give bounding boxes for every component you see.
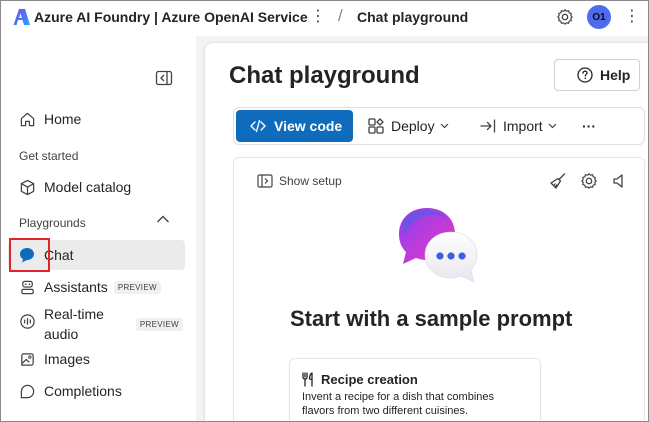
sidebar-item-label: Assistants xyxy=(44,279,108,295)
sidebar-item-model-catalog[interactable]: Model catalog xyxy=(8,172,185,202)
assistant-icon xyxy=(18,278,36,296)
more-actions-button[interactable]: ··· xyxy=(582,110,596,142)
show-setup-label: Show setup xyxy=(279,174,342,188)
audio-icon xyxy=(18,312,36,330)
completions-icon xyxy=(18,382,36,400)
deploy-button[interactable]: Deploy xyxy=(367,110,449,142)
preview-badge: PREVIEW xyxy=(135,317,183,331)
import-button[interactable]: Import xyxy=(479,110,557,142)
view-code-button[interactable]: View code xyxy=(236,110,353,142)
chevron-down-icon xyxy=(548,123,557,129)
sample-prompt-description: Invent a recipe for a dish that combines… xyxy=(302,391,494,417)
help-label: Help xyxy=(600,67,631,83)
view-code-label: View code xyxy=(274,118,343,134)
sample-title-label: Recipe creation xyxy=(321,372,418,387)
breadcrumb-current-page: Chat playground xyxy=(357,9,469,25)
breadcrumb-separator: / xyxy=(338,6,343,25)
import-icon xyxy=(480,119,496,133)
deploy-icon xyxy=(368,118,384,134)
show-setup-button[interactable]: Show setup xyxy=(257,174,342,188)
help-button[interactable]: Help xyxy=(554,59,640,91)
sidebar-item-label: Home xyxy=(44,111,82,127)
sidebar-item-label: Images xyxy=(44,351,90,367)
home-icon xyxy=(18,110,36,128)
chevron-down-icon xyxy=(440,123,449,129)
app-title[interactable]: Azure AI Foundry | Azure OpenAI Service xyxy=(34,9,308,25)
sidebar-item-home[interactable]: Home xyxy=(8,104,185,134)
sidebar-item-label: Completions xyxy=(44,383,122,399)
settings-gear-icon[interactable] xyxy=(580,172,598,190)
section-get-started: Get started xyxy=(19,149,79,163)
chevron-up-icon[interactable] xyxy=(156,214,170,224)
sidebar-item-label: audio xyxy=(44,326,79,342)
sample-prompt-heading: Start with a sample prompt xyxy=(290,306,573,331)
sidebar-item-label: Chat xyxy=(44,247,74,263)
more-options-icon[interactable]: ⋮ xyxy=(624,7,640,27)
panel-open-icon xyxy=(257,174,273,188)
sidebar-item-label: Real-time xyxy=(44,306,104,322)
utensils-icon xyxy=(302,372,313,387)
user-avatar[interactable]: O1 xyxy=(587,5,611,29)
deploy-label: Deploy xyxy=(391,118,435,134)
help-circle-icon xyxy=(577,67,593,83)
sidebar-item-chat[interactable]: Chat xyxy=(8,240,185,270)
import-label: Import xyxy=(503,118,543,134)
more-options-icon[interactable]: ⋮ xyxy=(310,7,326,27)
settings-gear-icon[interactable] xyxy=(556,8,574,26)
sidebar-item-label: Model catalog xyxy=(44,179,132,195)
sidebar-item-images[interactable]: Images xyxy=(8,344,185,374)
sidebar-item-completions[interactable]: Completions xyxy=(8,376,185,406)
cube-icon xyxy=(18,178,36,196)
chat-bubbles-hero-icon xyxy=(399,208,478,283)
speaker-icon[interactable] xyxy=(611,172,629,190)
image-icon xyxy=(18,350,36,368)
page-title: Chat playground xyxy=(229,62,420,89)
code-icon xyxy=(250,119,266,133)
section-playgrounds: Playgrounds xyxy=(19,216,86,230)
clear-chat-broom-icon[interactable] xyxy=(549,172,567,190)
azure-ai-foundry-logo[interactable] xyxy=(13,8,31,26)
collapse-sidebar-icon[interactable] xyxy=(155,70,173,86)
sample-prompt-title: Recipe creation xyxy=(301,372,418,387)
top-bar: Azure AI Foundry | Azure OpenAI Service … xyxy=(0,0,649,36)
sidebar-item-realtime-audio[interactable]: Real-time audio PREVIEW xyxy=(8,305,185,343)
chat-icon xyxy=(18,246,36,264)
sidebar-item-label-group: Real-time audio xyxy=(44,304,104,344)
preview-badge: PREVIEW xyxy=(113,280,161,294)
sidebar-item-assistants[interactable]: Assistants PREVIEW xyxy=(8,272,185,302)
